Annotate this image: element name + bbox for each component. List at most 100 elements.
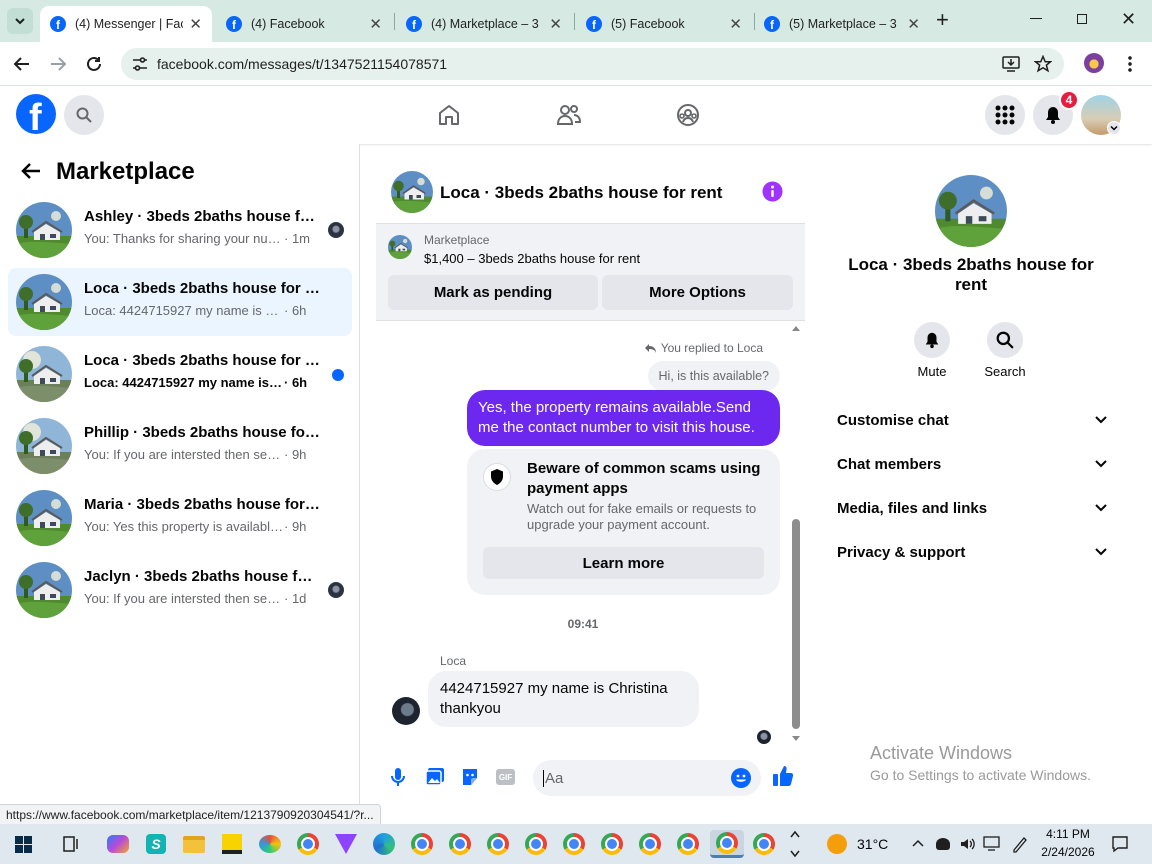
minimize-window-button[interactable] [1030,18,1042,19]
tab-search-button[interactable] [7,8,33,34]
sender-avatar[interactable] [392,697,420,725]
clock-time[interactable]: 4:11 PM [1045,827,1091,841]
chrome-active-taskbar-icon[interactable] [710,830,744,858]
scrollbar-thumb[interactable] [792,519,800,729]
scroll-down-icon[interactable] [792,736,800,742]
clock-date[interactable]: 2/24/2026 [1037,845,1099,859]
restore-window-button[interactable] [1077,14,1087,24]
emoji-icon[interactable] [731,768,751,788]
message-thread[interactable]: You replied to Loca Hi, is this availabl… [376,321,805,748]
profile-avatar[interactable] [1084,53,1104,73]
conversation-item[interactable]: Loca · 3beds 2baths house for rent Loca: … [8,340,352,408]
chevron-up-icon[interactable] [912,838,924,848]
more-options-button[interactable]: More Options [602,275,793,310]
photo-icon[interactable] [425,767,445,787]
conversation-item[interactable]: Maria · 3beds 2baths house for rent You: … [8,484,352,552]
close-window-button[interactable]: ✕ [1121,9,1136,30]
back-arrow-icon[interactable] [21,162,41,180]
chrome-profile-2-taskbar-icon[interactable] [446,830,474,858]
search-in-chat-button[interactable] [987,322,1023,358]
browser-tab-marketplace[interactable]: f (4) Marketplace – 3b ✕ [396,6,572,42]
vpn-taskbar-icon[interactable] [332,830,360,858]
weather-temperature[interactable]: 31°C [857,836,888,852]
privacy-support-option[interactable]: Privacy & support [837,530,1107,574]
reload-icon[interactable] [85,55,103,73]
forward-arrow-icon[interactable] [49,55,67,73]
task-view-icon[interactable] [62,835,80,853]
conversation-item[interactable]: Loca · 3beds 2baths house for rent Loca: … [8,268,352,336]
chat-title[interactable]: Loca · 3beds 2baths house for rent [440,183,722,203]
close-tab-icon[interactable]: ✕ [549,15,562,33]
address-bar[interactable]: facebook.com/messages/t/1347521154078571 [121,48,1064,80]
chrome-profile-9-taskbar-icon[interactable] [750,830,778,858]
bookmark-star-icon[interactable] [1034,55,1052,73]
paint-taskbar-icon[interactable] [256,830,284,858]
chrome-profile-1-taskbar-icon[interactable] [408,830,436,858]
listing-title[interactable]: $1,400 – 3beds 2baths house for rent [424,251,640,266]
menu-button[interactable] [985,95,1025,135]
new-tab-button[interactable]: + [936,9,949,31]
notification-center-icon[interactable] [1111,835,1129,853]
pen-icon[interactable] [1011,835,1027,853]
copilot-taskbar-icon[interactable] [104,830,132,858]
scroll-up-icon[interactable] [792,325,800,331]
edge-taskbar-icon[interactable] [370,830,398,858]
windows-start-icon[interactable] [15,836,32,853]
browser-tab-facebook-2[interactable]: f (5) Facebook ✕ [576,6,752,42]
conversation-item[interactable]: Ashley · 3beds 2baths house for... You: T… [8,196,352,264]
browser-tab-facebook[interactable]: f (4) Facebook ✕ [216,6,392,42]
bell-icon [1046,107,1060,124]
learn-more-button[interactable]: Learn more [483,547,764,579]
browser-tab-messenger[interactable]: f (4) Messenger | Face ✕ [40,6,212,42]
install-app-icon[interactable] [1002,56,1020,72]
gif-button[interactable]: GIF [496,769,515,785]
home-icon[interactable] [437,103,461,127]
sent-message-bubble[interactable]: Yes, the property remains available.Send… [467,390,780,446]
chrome-profile-3-taskbar-icon[interactable] [484,830,512,858]
weather-sun-icon[interactable] [827,834,847,854]
like-thumbs-up-icon[interactable] [772,765,794,787]
facebook-logo[interactable]: f [16,94,56,134]
browser-menu-icon[interactable] [1128,55,1132,73]
groups-icon[interactable] [676,103,700,127]
back-arrow-icon[interactable] [13,55,31,73]
listing-thumbnail[interactable] [388,235,412,259]
conversation-item[interactable]: Phillip · 3beds 2baths house for rent You… [8,412,352,480]
close-tab-icon[interactable]: ✕ [729,15,742,33]
mute-button[interactable] [914,322,950,358]
details-avatar[interactable] [935,175,1007,247]
volume-icon[interactable] [959,836,975,852]
taskbar-scroll-icon[interactable] [790,828,800,860]
chrome-profile-6-taskbar-icon[interactable] [598,830,626,858]
friends-icon[interactable] [556,103,582,127]
chat-members-option[interactable]: Chat members [837,442,1107,486]
search-button[interactable] [64,95,104,135]
chrome-taskbar-icon[interactable] [294,830,322,858]
app-tray-icon[interactable] [936,838,950,850]
message-input[interactable]: Aa [533,760,761,796]
chrome-profile-4-taskbar-icon[interactable] [522,830,550,858]
close-tab-icon[interactable]: ✕ [369,15,382,33]
close-tab-icon[interactable]: ✕ [907,15,920,33]
close-tab-icon[interactable]: ✕ [189,15,202,33]
conversation-item[interactable]: Jaclyn · 3beds 2baths house for ... You: … [8,556,352,624]
network-icon[interactable] [983,836,1000,851]
file-explorer-taskbar-icon[interactable] [180,830,208,858]
info-icon[interactable] [762,181,783,202]
sticker-icon[interactable] [460,767,480,787]
media-files-links-option[interactable]: Media, files and links [837,486,1107,530]
chrome-profile-8-taskbar-icon[interactable] [674,830,702,858]
microphone-icon[interactable] [391,767,405,787]
app-s-taskbar-icon[interactable]: S [142,830,170,858]
chrome-profile-5-taskbar-icon[interactable] [560,830,588,858]
mark-as-pending-button[interactable]: Mark as pending [388,275,598,310]
browser-tab-marketplace-2[interactable]: f (5) Marketplace – 3b ✕ [754,6,930,42]
received-message-bubble[interactable]: 4424715927 my name is Christina thankyou [428,671,699,727]
site-settings-icon[interactable] [132,57,148,71]
thread-scrollbar[interactable] [791,321,801,748]
sticky-notes-taskbar-icon[interactable] [218,830,246,858]
chrome-profile-7-taskbar-icon[interactable] [636,830,664,858]
chat-avatar[interactable] [391,171,433,213]
customise-chat-option[interactable]: Customise chat [837,398,1107,442]
account-chevron[interactable] [1107,121,1121,135]
